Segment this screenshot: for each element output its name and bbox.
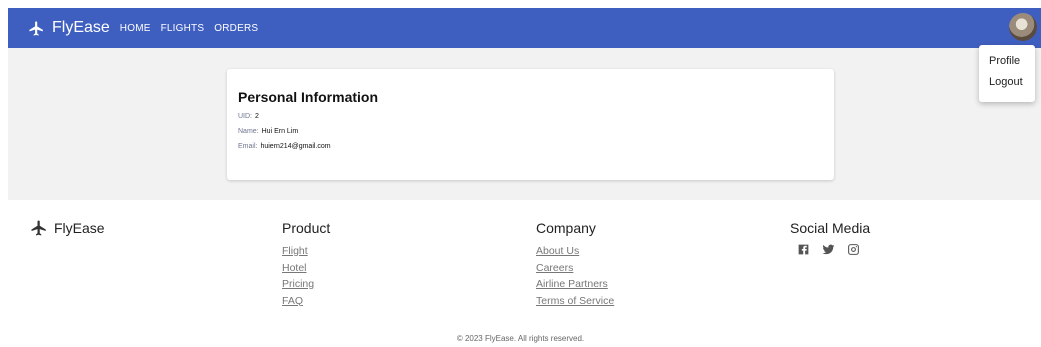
footer-link-faq[interactable]: FAQ xyxy=(282,293,330,310)
name-value: Hui Ern Lim xyxy=(261,128,299,135)
airplane-icon xyxy=(31,220,46,236)
footer-social-column: Social Media xyxy=(790,220,870,256)
profile-menu: Profile Logout xyxy=(979,45,1035,102)
menu-item-profile[interactable]: Profile xyxy=(979,51,1035,72)
main-content: Personal Information UID: 2 Name: Hui Ern … xyxy=(8,48,1041,200)
menu-item-logout[interactable]: Logout xyxy=(979,72,1035,93)
nav-home[interactable]: HOME xyxy=(120,23,151,34)
product-title: Product xyxy=(282,220,331,236)
brand[interactable]: FlyEase xyxy=(28,19,120,37)
top-app-bar: FlyEase HOME FLIGHTS ORDERS xyxy=(8,8,1041,48)
email-value: huiern214@gmail.com xyxy=(260,143,331,150)
name-label: Name: xyxy=(238,128,259,135)
footer-link-pricing[interactable]: Pricing xyxy=(282,276,330,293)
name-row: Name: Hui Ern Lim xyxy=(238,128,823,135)
footer-link-hotel[interactable]: Hotel xyxy=(282,260,330,277)
footer-link-terms[interactable]: Terms of Service xyxy=(536,293,614,310)
footer-brand[interactable]: FlyEase xyxy=(30,219,105,237)
uid-row: UID: 2 xyxy=(238,113,823,120)
email-row: Email: huiern214@gmail.com xyxy=(238,143,823,150)
twitter-icon[interactable] xyxy=(822,243,835,256)
airplane-icon xyxy=(29,20,43,36)
footer-link-careers[interactable]: Careers xyxy=(536,260,614,277)
social-title: Social Media xyxy=(790,220,871,236)
brand-name: FlyEase xyxy=(52,19,110,36)
uid-label: UID: xyxy=(238,113,252,120)
footer-company-column: Company About Us Careers Airline Partner… xyxy=(536,220,614,309)
personal-info-card: Personal Information UID: 2 Name: Hui Ern … xyxy=(227,69,834,180)
instagram-icon[interactable] xyxy=(847,243,860,256)
facebook-icon[interactable] xyxy=(797,243,810,256)
copyright: © 2023 FlyEase. All rights reserved. xyxy=(456,334,585,343)
nav-orders[interactable]: ORDERS xyxy=(214,23,258,34)
footer-link-flight[interactable]: Flight xyxy=(282,243,330,260)
nav-flights[interactable]: FLIGHTS xyxy=(161,23,205,34)
footer-link-airline-partners[interactable]: Airline Partners xyxy=(536,276,614,293)
footer-link-about-us[interactable]: About Us xyxy=(536,243,614,260)
company-title: Company xyxy=(536,220,596,236)
footer-product-column: Product Flight Hotel Pricing FAQ xyxy=(282,220,330,309)
card-title: Personal Information xyxy=(238,89,379,105)
footer-brand-name: FlyEase xyxy=(54,220,105,236)
avatar[interactable] xyxy=(1009,13,1037,41)
uid-value: 2 xyxy=(255,113,259,120)
social-icons xyxy=(797,243,870,256)
email-label: Email: xyxy=(238,143,258,150)
